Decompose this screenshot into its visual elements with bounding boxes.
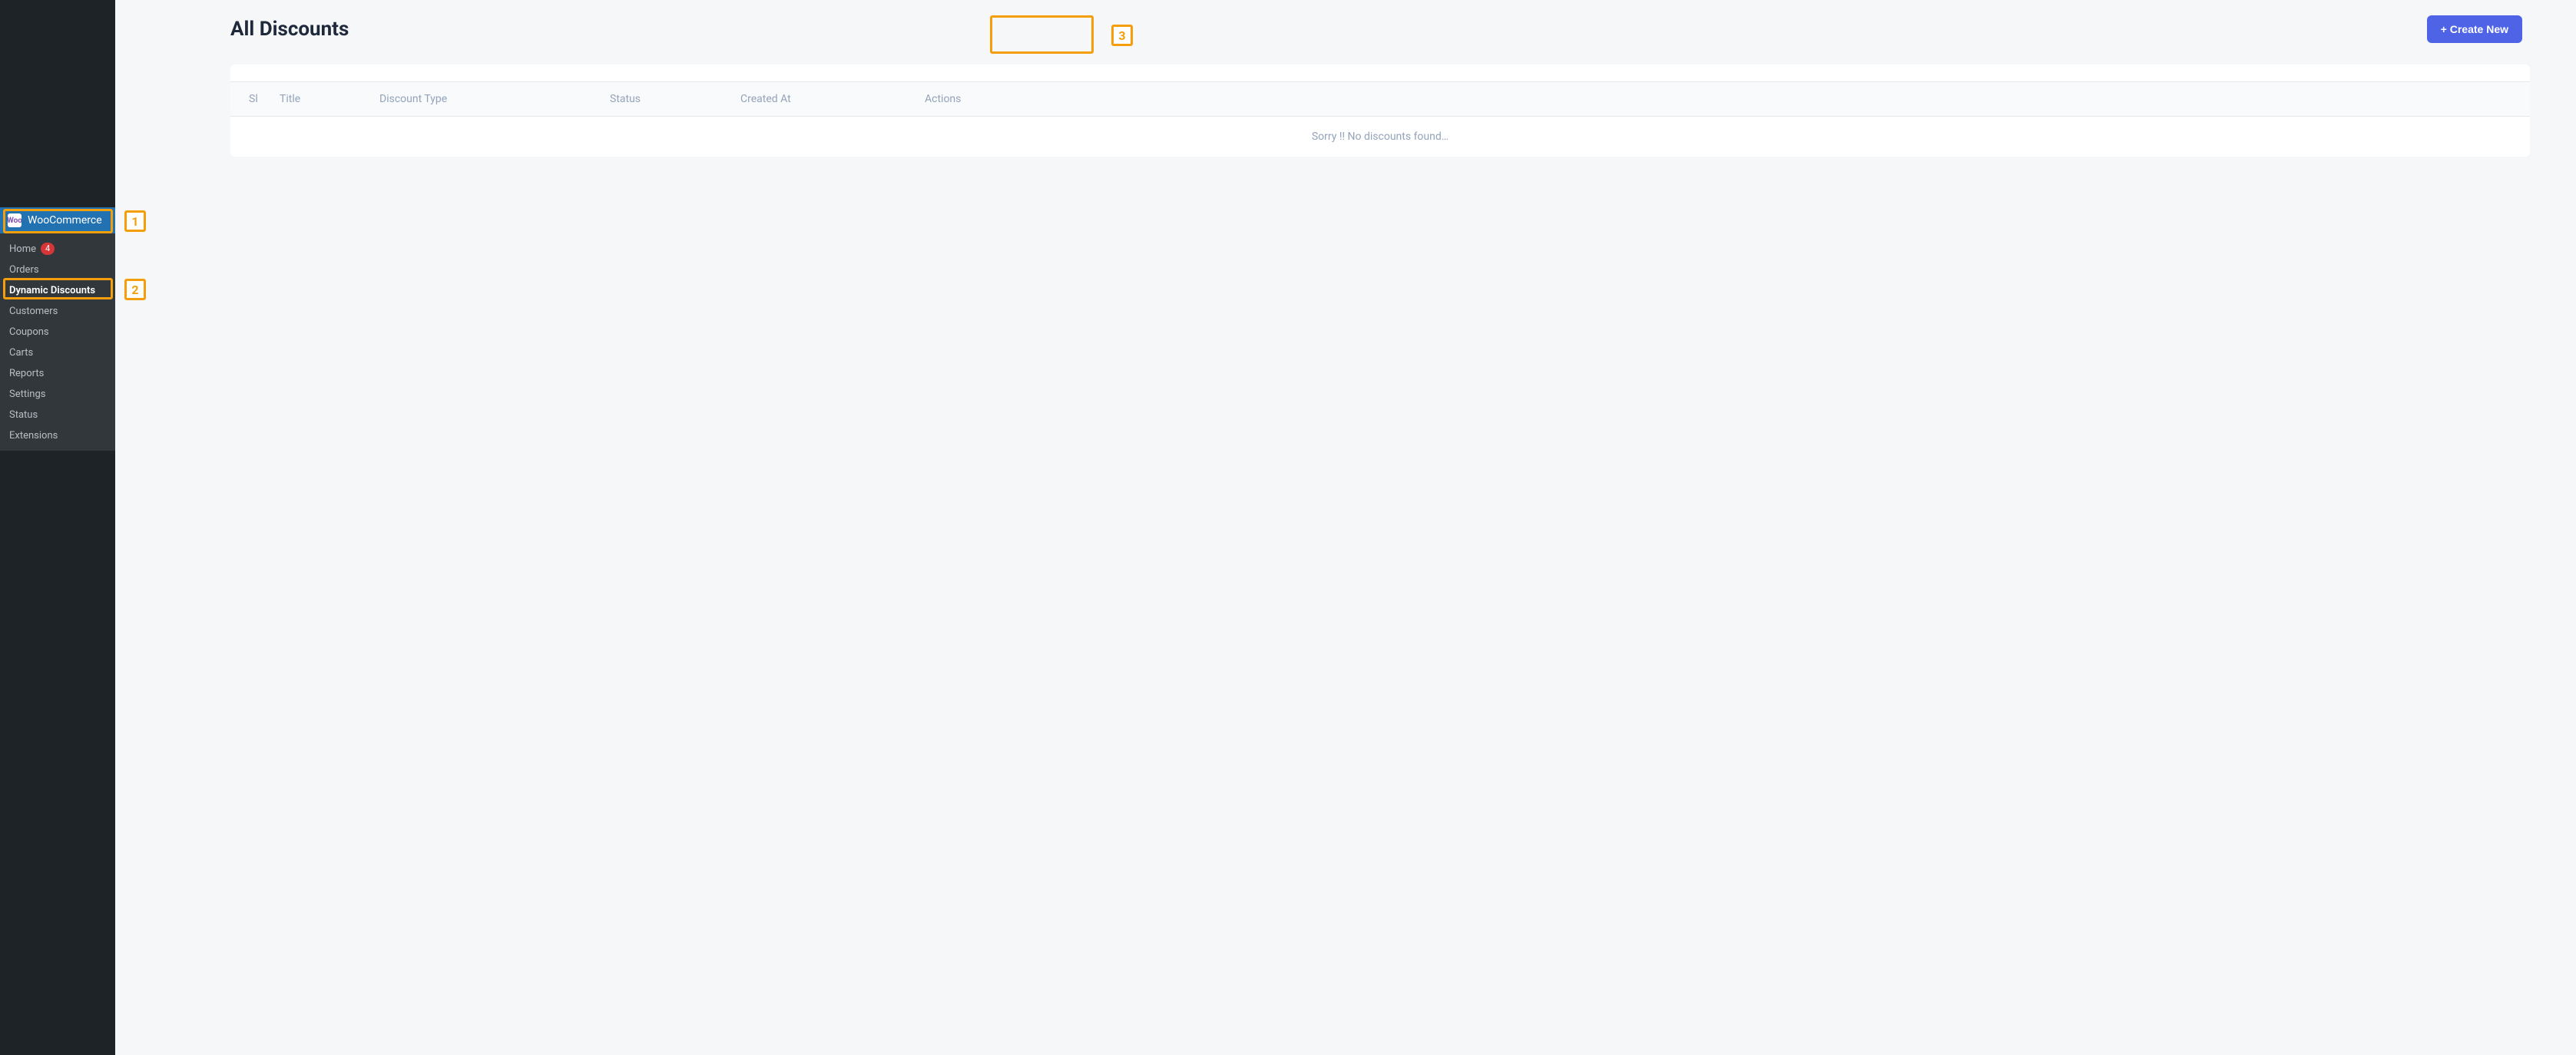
sidebar-item-label: Extensions <box>9 430 58 442</box>
notification-badge: 4 <box>41 243 55 255</box>
sidebar-item-coupons[interactable]: Coupons <box>0 322 115 342</box>
column-discount-type: Discount Type <box>379 93 610 105</box>
sidebar: Woo WooCommerce Home 4 Orders Dynamic Di… <box>0 0 115 1055</box>
sidebar-item-orders[interactable]: Orders <box>0 260 115 280</box>
discounts-table: Sl Title Discount Type Status Created At… <box>230 64 2530 157</box>
sidebar-item-label: Home <box>9 243 36 255</box>
sidebar-item-carts[interactable]: Carts <box>0 342 115 363</box>
column-title: Title <box>280 93 379 105</box>
sidebar-submenu: Home 4 Orders Dynamic Discounts Customer… <box>0 233 115 451</box>
sidebar-woocommerce-header[interactable]: Woo WooCommerce <box>0 207 115 233</box>
sidebar-item-reports[interactable]: Reports <box>0 363 115 384</box>
sidebar-woo-label: WooCommerce <box>28 214 102 227</box>
sidebar-item-label: Carts <box>9 347 33 359</box>
sidebar-item-dynamic-discounts[interactable]: Dynamic Discounts <box>0 280 115 301</box>
main-content: All Discounts + Create New Sl Title Disc… <box>115 0 2576 1055</box>
page-title: All Discounts <box>230 18 349 41</box>
sidebar-item-label: Settings <box>9 389 45 400</box>
sidebar-item-settings[interactable]: Settings <box>0 384 115 405</box>
page-header: All Discounts + Create New <box>154 15 2530 43</box>
sidebar-item-label: Orders <box>9 264 39 276</box>
sidebar-item-label: Customers <box>9 306 58 317</box>
sidebar-item-status[interactable]: Status <box>0 405 115 425</box>
table-top-strip <box>230 64 2530 81</box>
woo-icon: Woo <box>8 213 22 227</box>
table-header: Sl Title Discount Type Status Created At… <box>230 81 2530 117</box>
sidebar-item-label: Reports <box>9 368 44 379</box>
column-status: Status <box>610 93 740 105</box>
sidebar-item-label: Status <box>9 409 38 421</box>
column-created-at: Created At <box>740 93 925 105</box>
column-sl: Sl <box>249 93 280 105</box>
sidebar-item-customers[interactable]: Customers <box>0 301 115 322</box>
sidebar-item-extensions[interactable]: Extensions <box>0 425 115 446</box>
create-new-button[interactable]: + Create New <box>2427 15 2522 43</box>
sidebar-item-label: Dynamic Discounts <box>9 285 95 296</box>
sidebar-item-home[interactable]: Home 4 <box>0 238 115 260</box>
empty-state-message: Sorry !! No discounts found… <box>230 117 2530 157</box>
column-actions: Actions <box>925 93 2511 105</box>
sidebar-item-label: Coupons <box>9 326 49 338</box>
